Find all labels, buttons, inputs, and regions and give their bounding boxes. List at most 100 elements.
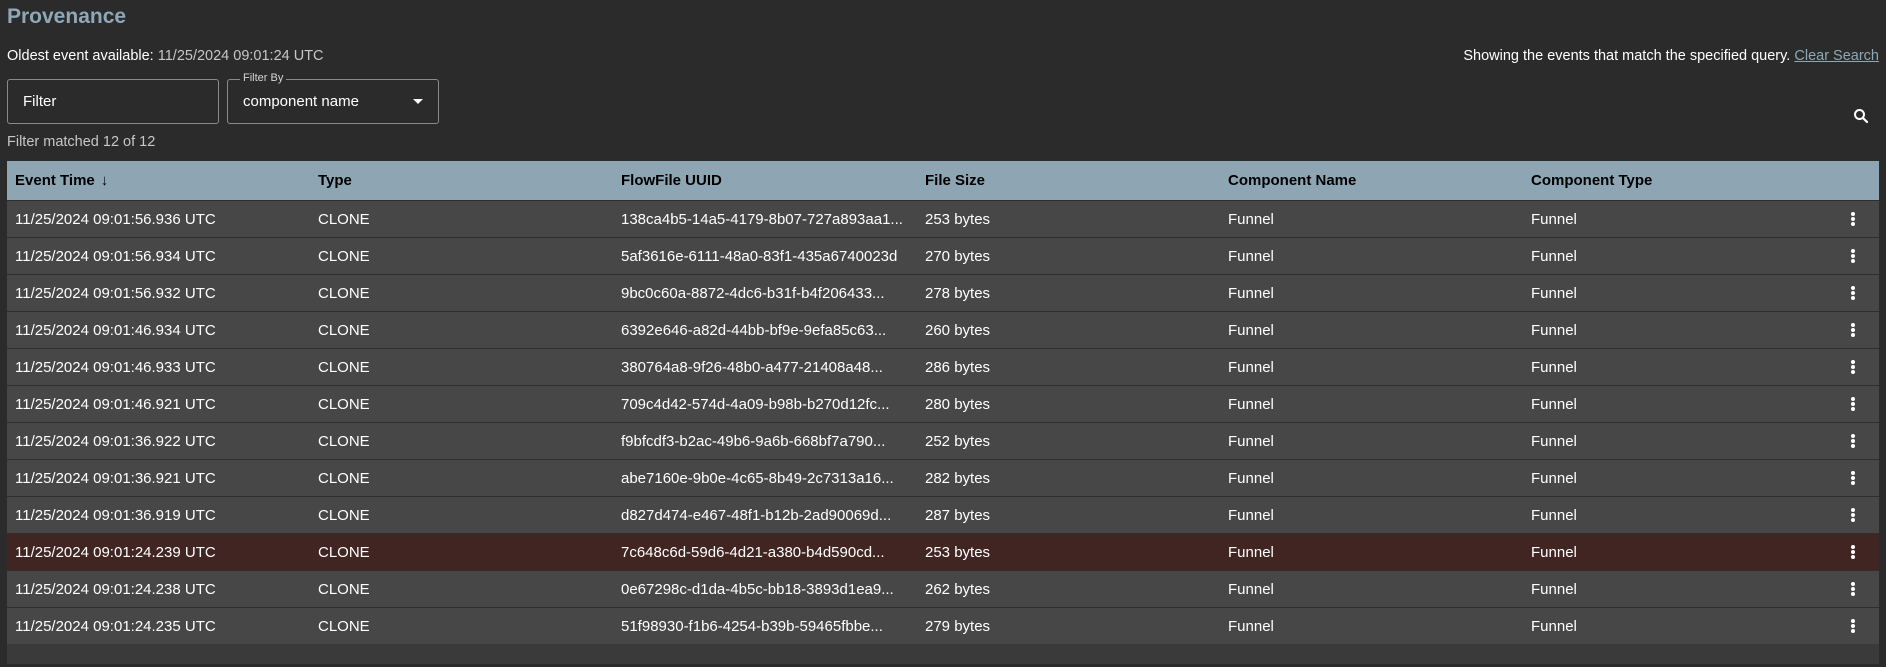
menu-dot: [1851, 365, 1855, 369]
menu-dot: [1851, 370, 1855, 374]
component-type-cell: Funnel: [1531, 507, 1577, 524]
component-name-cell: Funnel: [1228, 544, 1274, 561]
component-name-cell: Funnel: [1228, 396, 1274, 413]
component-type-cell: Funnel: [1531, 359, 1577, 376]
menu-dot: [1851, 402, 1855, 406]
search-icon[interactable]: [1852, 107, 1870, 125]
type-cell: CLONE: [318, 544, 370, 561]
component-name-cell: Funnel: [1228, 211, 1274, 228]
more-vertical-icon[interactable]: [1849, 432, 1857, 450]
component-name-cell: Funnel: [1228, 433, 1274, 450]
component-type-cell: Funnel: [1531, 433, 1577, 450]
table-body: 11/25/2024 09:01:56.936 UTC CLONE 138ca4b5…: [7, 200, 1879, 644]
table-row[interactable]: 11/25/2024 09:01:24.239 UTC CLONE 7c648c6d…: [7, 533, 1879, 570]
more-vertical-icon[interactable]: [1849, 358, 1857, 376]
table-row[interactable]: 11/25/2024 09:01:56.932 UTC CLONE 9bc0c60a…: [7, 274, 1879, 311]
flowfile-uuid-cell: 6392e646-a82d-44bb-bf9e-9efa85c63...: [621, 322, 887, 339]
more-vertical-icon[interactable]: [1849, 580, 1857, 598]
table-row[interactable]: 11/25/2024 09:01:36.922 UTC CLONE f9bfcdf3…: [7, 422, 1879, 459]
menu-dot: [1851, 471, 1855, 475]
menu-dot: [1851, 439, 1855, 443]
component-type-cell: Funnel: [1531, 470, 1577, 487]
menu-dot: [1851, 397, 1855, 401]
component-type-cell: Funnel: [1531, 618, 1577, 635]
file-size-cell: 253 bytes: [925, 544, 991, 561]
menu-dot: [1851, 217, 1855, 221]
table-row[interactable]: 11/25/2024 09:01:24.238 UTC CLONE 0e67298c…: [7, 570, 1879, 607]
filter-by-label: Filter By: [240, 72, 287, 84]
oldest-event: Oldest event available: 11/25/2024 09:01…: [7, 48, 324, 64]
menu-dot: [1851, 286, 1855, 290]
type-cell: CLONE: [318, 433, 370, 450]
header-event-time[interactable]: Event Time ↓: [15, 172, 305, 189]
more-vertical-icon[interactable]: [1849, 247, 1857, 265]
menu-dot: [1851, 291, 1855, 295]
more-vertical-icon[interactable]: [1849, 284, 1857, 302]
component-name-cell: Funnel: [1228, 618, 1274, 635]
event-time-cell: 11/25/2024 09:01:24.238 UTC: [15, 581, 216, 598]
filter-by-select[interactable]: Filter By component name: [227, 72, 439, 124]
component-type-cell: Funnel: [1531, 581, 1577, 598]
component-name-cell: Funnel: [1228, 285, 1274, 302]
component-name-cell: Funnel: [1228, 581, 1274, 598]
more-vertical-icon[interactable]: [1849, 395, 1857, 413]
component-type-cell: Funnel: [1531, 248, 1577, 265]
menu-dot: [1851, 582, 1855, 586]
more-vertical-icon[interactable]: [1849, 543, 1857, 561]
arrow-down-icon: ↓: [100, 172, 109, 189]
table-row[interactable]: 11/25/2024 09:01:56.936 UTC CLONE 138ca4b5…: [7, 200, 1879, 237]
oldest-event-value: 11/25/2024 09:01:24 UTC: [157, 48, 324, 64]
table-row[interactable]: 11/25/2024 09:01:46.933 UTC CLONE 380764a8…: [7, 348, 1879, 385]
component-type-cell: Funnel: [1531, 322, 1577, 339]
menu-dot: [1851, 323, 1855, 327]
table-row[interactable]: 11/25/2024 09:01:36.919 UTC CLONE d827d474…: [7, 496, 1879, 533]
event-time-cell: 11/25/2024 09:01:56.932 UTC: [15, 285, 216, 302]
header-flowfile-uuid[interactable]: FlowFile UUID: [621, 172, 915, 189]
component-name-cell: Funnel: [1228, 248, 1274, 265]
more-vertical-icon[interactable]: [1849, 617, 1857, 635]
flowfile-uuid-cell: 5af3616e-6111-48a0-83f1-435a6740023d: [621, 248, 898, 265]
flowfile-uuid-cell: 51f98930-f1b6-4254-b39b-59465fbbe...: [621, 618, 883, 635]
menu-dot: [1851, 434, 1855, 438]
query-status-text: Showing the events that match the specif…: [1463, 48, 1791, 64]
header-file-size[interactable]: File Size: [925, 172, 1215, 189]
type-cell: CLONE: [318, 618, 370, 635]
more-vertical-icon[interactable]: [1849, 321, 1857, 339]
table-row[interactable]: 11/25/2024 09:01:36.921 UTC CLONE abe7160e…: [7, 459, 1879, 496]
filter-by-value: component name: [243, 93, 359, 110]
event-time-cell: 11/25/2024 09:01:46.921 UTC: [15, 396, 216, 413]
table-header: Event Time ↓ Type FlowFile UUID File Size…: [7, 161, 1879, 200]
flowfile-uuid-cell: f9bfcdf3-b2ac-49b6-9a6b-668bf7a790...: [621, 433, 886, 450]
header-component-type[interactable]: Component Type: [1531, 172, 1821, 189]
header-type[interactable]: Type: [318, 172, 608, 189]
file-size-cell: 279 bytes: [925, 618, 991, 635]
more-vertical-icon[interactable]: [1849, 469, 1857, 487]
type-cell: CLONE: [318, 581, 370, 598]
menu-dot: [1851, 592, 1855, 596]
table-row[interactable]: 11/25/2024 09:01:56.934 UTC CLONE 5af3616e…: [7, 237, 1879, 274]
clear-search-link[interactable]: Clear Search: [1794, 48, 1879, 64]
menu-dot: [1851, 508, 1855, 512]
more-vertical-icon[interactable]: [1849, 210, 1857, 228]
flowfile-uuid-cell: 9bc0c60a-8872-4dc6-b31f-b4f206433...: [621, 285, 885, 302]
header-component-name[interactable]: Component Name: [1228, 172, 1518, 189]
table-row[interactable]: 11/25/2024 09:01:24.235 UTC CLONE 51f98930…: [7, 607, 1879, 644]
menu-dot: [1851, 328, 1855, 332]
table-row[interactable]: 11/25/2024 09:01:46.934 UTC CLONE 6392e646…: [7, 311, 1879, 348]
component-type-cell: Funnel: [1531, 544, 1577, 561]
event-time-cell: 11/25/2024 09:01:36.919 UTC: [15, 507, 216, 524]
more-vertical-icon[interactable]: [1849, 506, 1857, 524]
table-row[interactable]: 11/25/2024 09:01:46.921 UTC CLONE 709c4d42…: [7, 385, 1879, 422]
component-name-cell: Funnel: [1228, 470, 1274, 487]
event-time-cell: 11/25/2024 09:01:56.934 UTC: [15, 248, 216, 265]
filter-matched-text: Filter matched 12 of 12: [7, 134, 156, 150]
component-type-cell: Funnel: [1531, 211, 1577, 228]
filter-input[interactable]: [7, 79, 219, 124]
event-time-cell: 11/25/2024 09:01:46.933 UTC: [15, 359, 216, 376]
menu-dot: [1851, 513, 1855, 517]
event-time-cell: 11/25/2024 09:01:24.235 UTC: [15, 618, 216, 635]
event-time-cell: 11/25/2024 09:01:36.922 UTC: [15, 433, 216, 450]
flowfile-uuid-cell: 380764a8-9f26-48b0-a477-21408a48...: [621, 359, 883, 376]
file-size-cell: 253 bytes: [925, 211, 991, 228]
menu-dot: [1851, 545, 1855, 549]
